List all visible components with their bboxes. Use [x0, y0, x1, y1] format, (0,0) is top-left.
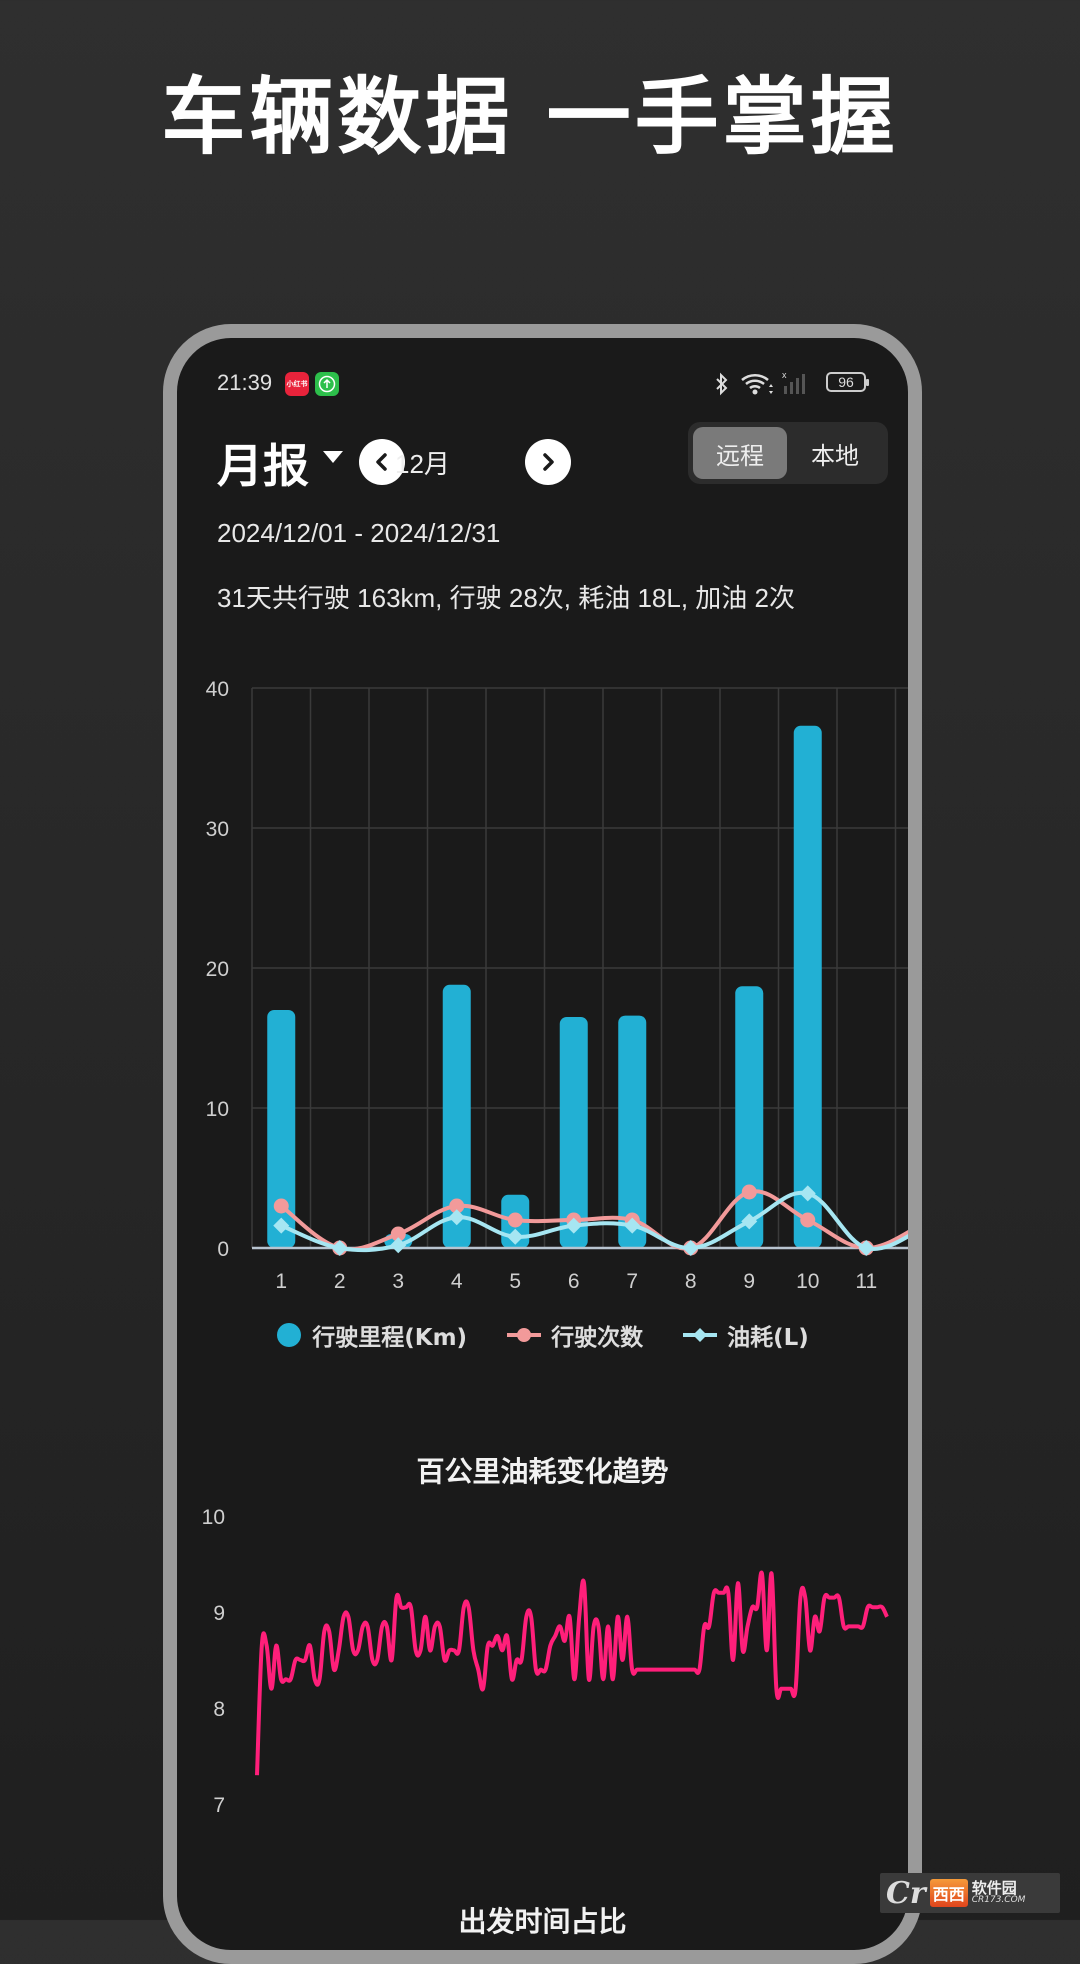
upload-app-icon	[315, 372, 339, 396]
point-fuel	[331, 1240, 348, 1256]
point-trips	[800, 1212, 816, 1228]
x-tick-label: 3	[392, 1270, 404, 1293]
point-fuel	[858, 1240, 875, 1256]
summary-text: 31天共行驶 163km, 行驶 28次, 耗油 18L, 加油 2次	[217, 583, 795, 613]
watermark-url: CR173.COM	[971, 1895, 1026, 1905]
promo-headline: 车辆数据 一手掌握	[161, 68, 899, 166]
x-tick-label: 7	[626, 1270, 638, 1293]
y-tick-label: 8	[213, 1698, 225, 1721]
svg-text:x: x	[782, 370, 787, 380]
x-tick-label: 8	[685, 1270, 697, 1293]
y-tick-label: 10	[206, 1098, 229, 1121]
watermark-brand: 西西	[929, 1879, 968, 1907]
x-tick-label: 9	[743, 1270, 755, 1293]
fuel-trend-title: 百公里油耗变化趋势	[416, 1455, 669, 1488]
current-month: 12月	[395, 449, 450, 479]
x-tick-label: 1	[275, 1270, 287, 1293]
legend-item-fuel[interactable]: 油耗(L)	[683, 1318, 809, 1352]
xiaohongshu-app-icon: 小红书	[285, 372, 309, 396]
y-tick-label: 9	[213, 1602, 225, 1625]
battery-icon: 96	[826, 372, 869, 392]
chevron-right-icon	[543, 453, 554, 471]
fuel-trend-chart: 7 8 9 10	[202, 1506, 889, 1817]
point-trips	[741, 1184, 757, 1200]
legend-item-distance[interactable]: 行驶里程(Km)	[276, 1318, 467, 1352]
next-month-button[interactable]	[525, 439, 571, 485]
y-tick-label: 20	[206, 958, 229, 981]
legend-line-circle-icon	[507, 1328, 542, 1342]
toggle-remote[interactable]: 远程	[693, 427, 787, 479]
x-tick-label: 6	[568, 1270, 580, 1293]
y-tick-label: 40	[206, 678, 229, 701]
watermark-c-glyph: Cr	[886, 1875, 926, 1911]
y-tick-label: 10	[202, 1506, 225, 1529]
point-trips	[507, 1212, 523, 1228]
point-trips	[273, 1198, 289, 1214]
point-fuel	[682, 1240, 699, 1256]
dropdown-caret-icon[interactable]	[323, 451, 343, 463]
watermark-cn: 软件园	[971, 1879, 1017, 1897]
departure-time-title: 出发时间占比	[458, 1905, 627, 1938]
date-range: 2024/12/01 - 2024/12/31	[217, 518, 501, 548]
chevron-left-icon	[376, 453, 387, 471]
toggle-local[interactable]: 本地	[788, 427, 882, 479]
chart-legend: 行驶里程(Km) 行驶次数 油耗(L)	[177, 1318, 908, 1352]
source-toggle: 远程 本地	[688, 422, 888, 484]
phone-frame: 21:39 小红书 x 96 月报 12月 远程 本地 2024/12/01 -…	[163, 324, 922, 1964]
legend-item-trips[interactable]: 行驶次数	[507, 1318, 643, 1352]
app-screen: 21:39 小红书 x 96 月报 12月 远程 本地 2024/12/01 -…	[177, 338, 908, 1950]
y-tick-label: 0	[217, 1238, 229, 1261]
line-fuel-per-100km	[255, 1570, 889, 1776]
report-type-dropdown[interactable]: 月报	[217, 430, 309, 496]
legend-label: 油耗(L)	[727, 1325, 809, 1351]
legend-line-diamond-icon	[683, 1328, 718, 1342]
wifi-icon	[740, 372, 774, 400]
x-tick-label: 2	[334, 1270, 346, 1293]
cellular-signal-icon: x	[782, 370, 808, 400]
bar-distance	[735, 986, 764, 1248]
bluetooth-icon	[714, 372, 730, 400]
daily-stats-chart: 010203040123456789101112	[206, 678, 908, 1293]
x-tick-label: 4	[451, 1270, 463, 1293]
bar-distance	[793, 725, 822, 1248]
x-tick-label: 5	[509, 1270, 521, 1293]
watermark-logo: Cr 西西 软件园 CR173.COM	[880, 1873, 1060, 1913]
legend-label: 行驶里程(Km)	[312, 1325, 468, 1351]
status-time: 21:39	[217, 370, 273, 395]
legend-circle-icon	[277, 1323, 302, 1347]
y-tick-label: 7	[213, 1794, 225, 1817]
y-tick-label: 30	[206, 818, 229, 841]
x-tick-label: 11	[855, 1270, 877, 1293]
legend-label: 行驶次数	[551, 1325, 644, 1351]
x-tick-label: 10	[796, 1270, 819, 1293]
